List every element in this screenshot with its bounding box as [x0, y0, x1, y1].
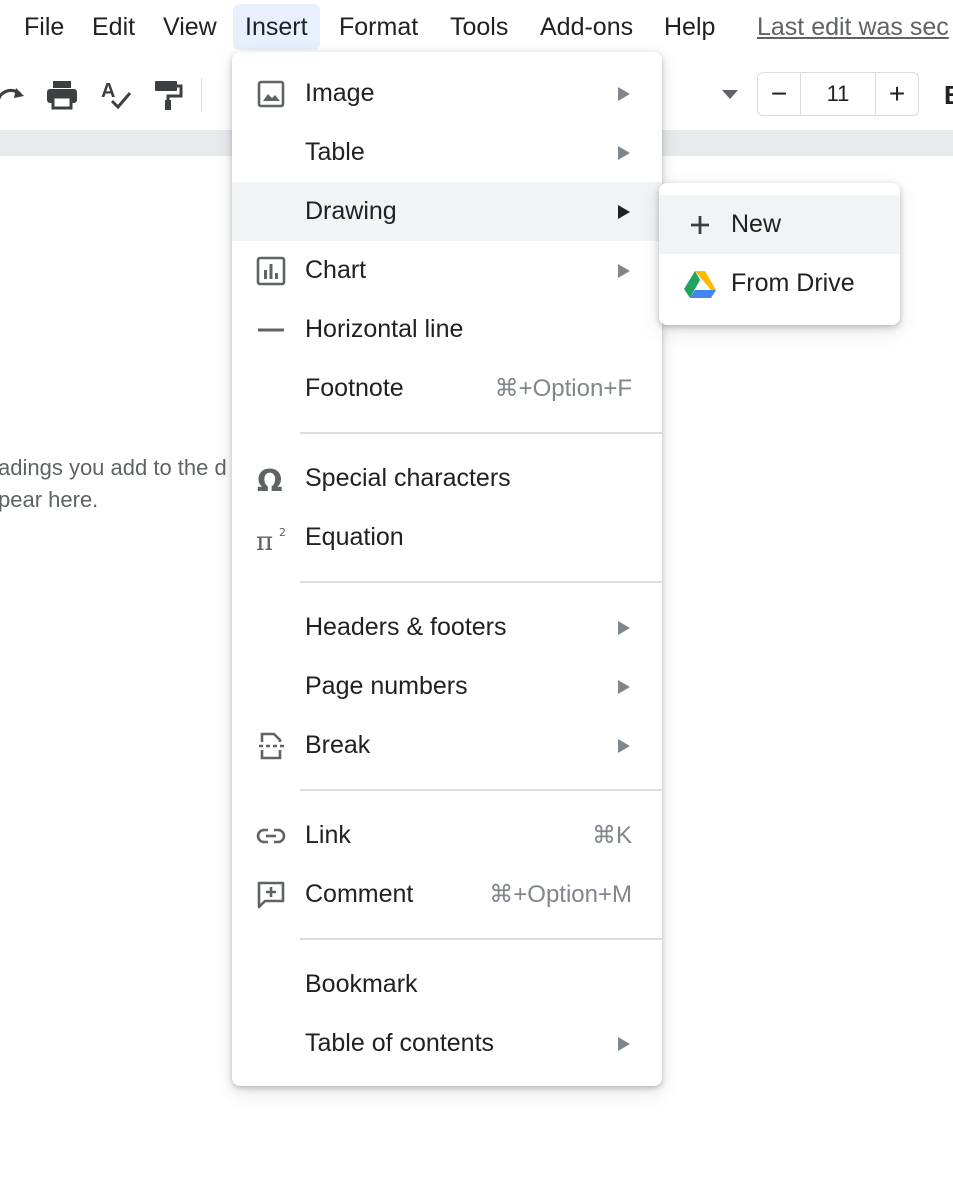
- add-comment-icon: [255, 879, 287, 911]
- menu-view[interactable]: View: [151, 4, 229, 50]
- page-break-icon: [255, 730, 287, 762]
- menu-item-label: Table: [305, 138, 365, 166]
- menu-divider: [300, 938, 662, 940]
- submenu-arrow-icon: [618, 264, 630, 278]
- submenu-item-label: New: [731, 210, 782, 238]
- menu-add-ons[interactable]: Add-ons: [528, 4, 645, 50]
- menu-item-image[interactable]: Image: [232, 64, 662, 123]
- last-edit-link[interactable]: Last edit was sec: [757, 4, 949, 50]
- submenu-arrow-icon: [618, 621, 630, 635]
- svg-text:π: π: [256, 527, 273, 554]
- menu-insert[interactable]: Insert: [233, 4, 320, 50]
- horizontal-line-icon: [255, 314, 287, 346]
- menu-bar: File Edit View Insert Format Tools Add-o…: [0, 0, 953, 56]
- omega-icon: Ω: [255, 463, 287, 499]
- menu-item-comment[interactable]: Comment ⌘+Option+M: [232, 865, 662, 924]
- menu-divider: [300, 432, 662, 434]
- image-icon: [255, 78, 287, 110]
- submenu-item-new[interactable]: New: [659, 195, 900, 254]
- menu-item-table-of-contents[interactable]: Table of contents: [232, 1014, 662, 1073]
- menu-tools[interactable]: Tools: [438, 4, 520, 50]
- menu-item-horizontal-line[interactable]: Horizontal line: [232, 300, 662, 359]
- document-outline-hint: adings you add to the d pear here.: [0, 452, 238, 516]
- menu-item-label: Chart: [305, 256, 367, 284]
- menu-item-label: Image: [305, 79, 375, 107]
- menu-edit[interactable]: Edit: [80, 4, 147, 50]
- menu-item-label: Equation: [305, 523, 404, 551]
- font-size-decrease-button[interactable]: −: [757, 72, 801, 116]
- drawing-submenu: New From Drive: [659, 183, 900, 325]
- font-size-increase-button[interactable]: +: [875, 72, 919, 116]
- menu-item-label: Headers & footers: [305, 613, 507, 641]
- paint-format-icon[interactable]: [150, 77, 186, 113]
- menu-item-footnote[interactable]: Footnote ⌘+Option+F: [232, 359, 662, 418]
- svg-text:2: 2: [279, 526, 286, 539]
- menu-item-chart[interactable]: Chart: [232, 241, 662, 300]
- toolbar-divider: [201, 78, 202, 112]
- menu-item-label: Drawing: [305, 197, 397, 225]
- menu-item-break[interactable]: Break: [232, 716, 662, 775]
- print-icon[interactable]: [44, 77, 80, 113]
- menu-item-bookmark[interactable]: Bookmark: [232, 955, 662, 1014]
- chart-icon: [255, 255, 287, 287]
- submenu-arrow-icon: [618, 146, 630, 160]
- submenu-arrow-icon: [618, 739, 630, 753]
- menu-item-drawing[interactable]: Drawing: [232, 182, 662, 241]
- menu-item-label: Comment: [305, 880, 414, 908]
- submenu-arrow-icon: [618, 205, 630, 219]
- menu-item-link[interactable]: Link ⌘K: [232, 806, 662, 865]
- submenu-arrow-icon: [618, 680, 630, 694]
- menu-item-label: Footnote: [305, 374, 404, 402]
- submenu-item-label: From Drive: [731, 269, 855, 297]
- menu-item-page-numbers[interactable]: Page numbers: [232, 657, 662, 716]
- menu-item-headers-footers[interactable]: Headers & footers: [232, 598, 662, 657]
- redo-icon[interactable]: [0, 77, 30, 113]
- font-size-input[interactable]: 11: [800, 72, 876, 116]
- menu-file[interactable]: File: [12, 4, 76, 50]
- spellcheck-icon[interactable]: A: [98, 77, 134, 113]
- menu-item-label: Link: [305, 821, 351, 849]
- menu-item-label: Table of contents: [305, 1029, 495, 1057]
- submenu-arrow-icon: [618, 87, 630, 101]
- google-drive-icon: [683, 267, 717, 301]
- menu-item-label: Bookmark: [305, 970, 418, 998]
- svg-text:A: A: [101, 80, 115, 102]
- insert-menu: Image Table Drawing Chart Horizontal lin…: [232, 52, 662, 1086]
- menu-item-label: Special characters: [305, 464, 511, 492]
- menu-item-special-characters[interactable]: Ω Special characters: [232, 449, 662, 508]
- submenu-item-from-drive[interactable]: From Drive: [659, 254, 900, 313]
- menu-format[interactable]: Format: [327, 4, 430, 50]
- menu-help[interactable]: Help: [652, 4, 727, 50]
- menu-item-shortcut: ⌘+Option+F: [494, 375, 632, 402]
- menu-item-label: Page numbers: [305, 672, 468, 700]
- menu-item-equation[interactable]: π2 Equation: [232, 508, 662, 567]
- outline-hint-line-2: pear here.: [0, 487, 99, 512]
- link-icon: [255, 820, 287, 852]
- menu-item-table[interactable]: Table: [232, 123, 662, 182]
- menu-item-label: Horizontal line: [305, 315, 464, 343]
- menu-divider: [300, 581, 662, 583]
- pi-icon: π2: [255, 522, 287, 557]
- menu-item-label: Break: [305, 731, 371, 759]
- menu-item-shortcut: ⌘K: [591, 822, 632, 849]
- outline-hint-line-1: adings you add to the d: [0, 455, 227, 480]
- font-dropdown-caret-icon[interactable]: [722, 90, 738, 99]
- svg-text:Ω: Ω: [257, 464, 283, 495]
- bold-button[interactable]: B: [944, 80, 953, 111]
- menu-item-shortcut: ⌘+Option+M: [489, 881, 632, 908]
- plus-icon: [683, 208, 717, 242]
- submenu-arrow-icon: [618, 1037, 630, 1051]
- menu-divider: [300, 789, 662, 791]
